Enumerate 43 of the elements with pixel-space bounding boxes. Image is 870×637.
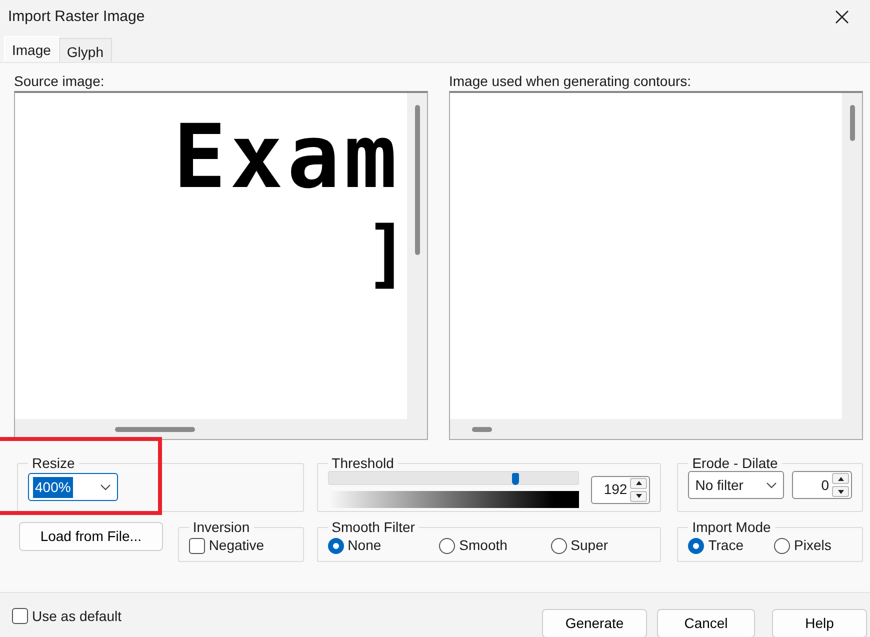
group-label: Resize (31, 456, 76, 472)
filter-dropdown[interactable]: No filter (688, 471, 784, 500)
radio-button[interactable] (328, 538, 344, 554)
checkbox-label: Use as default (32, 606, 122, 626)
window-title: Import Raster Image (8, 6, 145, 27)
spin-box[interactable]: 0 (792, 471, 852, 500)
preview-label: Source image: (14, 72, 106, 91)
tab[interactable]: Image (4, 36, 59, 62)
checkbox[interactable] (188, 538, 205, 554)
checkbox-label: Negative (208, 536, 264, 556)
group-label: Inversion (192, 520, 251, 536)
radio-button[interactable] (439, 538, 456, 554)
horizontal-scrollbar[interactable] (450, 419, 842, 439)
preview-text: ] (364, 217, 409, 291)
radio-label: Pixels (794, 536, 832, 556)
load-from-file-button[interactable]: Load from File... (19, 522, 163, 551)
radio-button[interactable] (688, 538, 704, 554)
spin-box[interactable]: 192 (590, 476, 650, 504)
horizontal-scrollbar[interactable] (15, 419, 407, 439)
radio-label: Smooth (459, 536, 508, 556)
threshold-slider[interactable] (328, 471, 579, 486)
radio-button[interactable] (774, 538, 790, 554)
caret-icon (766, 482, 776, 489)
preview-text: Exam (173, 113, 401, 201)
group-label: Erode - Dilate (691, 456, 779, 472)
dialog-button[interactable]: Generate (542, 608, 647, 637)
caret-icon (100, 484, 111, 491)
vertical-scrollbar[interactable] (407, 93, 427, 439)
dialog-button[interactable]: Help (772, 608, 867, 637)
radio-label: Trace (708, 536, 744, 556)
radio-label: None (348, 536, 382, 556)
preview-label: Image used when generating contours: (449, 72, 692, 91)
radio-label: Super (570, 536, 608, 556)
resize-dropdown[interactable]: 400% (28, 473, 118, 502)
vertical-scrollbar[interactable] (842, 93, 862, 439)
group-label: Import Mode (691, 520, 772, 536)
tab[interactable]: Glyph (58, 38, 112, 62)
group-label: Threshold (330, 456, 395, 472)
dialog-button[interactable]: Cancel (657, 608, 755, 637)
group-label: Smooth Filter (330, 520, 416, 536)
checkbox[interactable] (12, 608, 28, 624)
radio-button[interactable] (550, 538, 567, 554)
slider-thumb[interactable] (512, 473, 520, 486)
